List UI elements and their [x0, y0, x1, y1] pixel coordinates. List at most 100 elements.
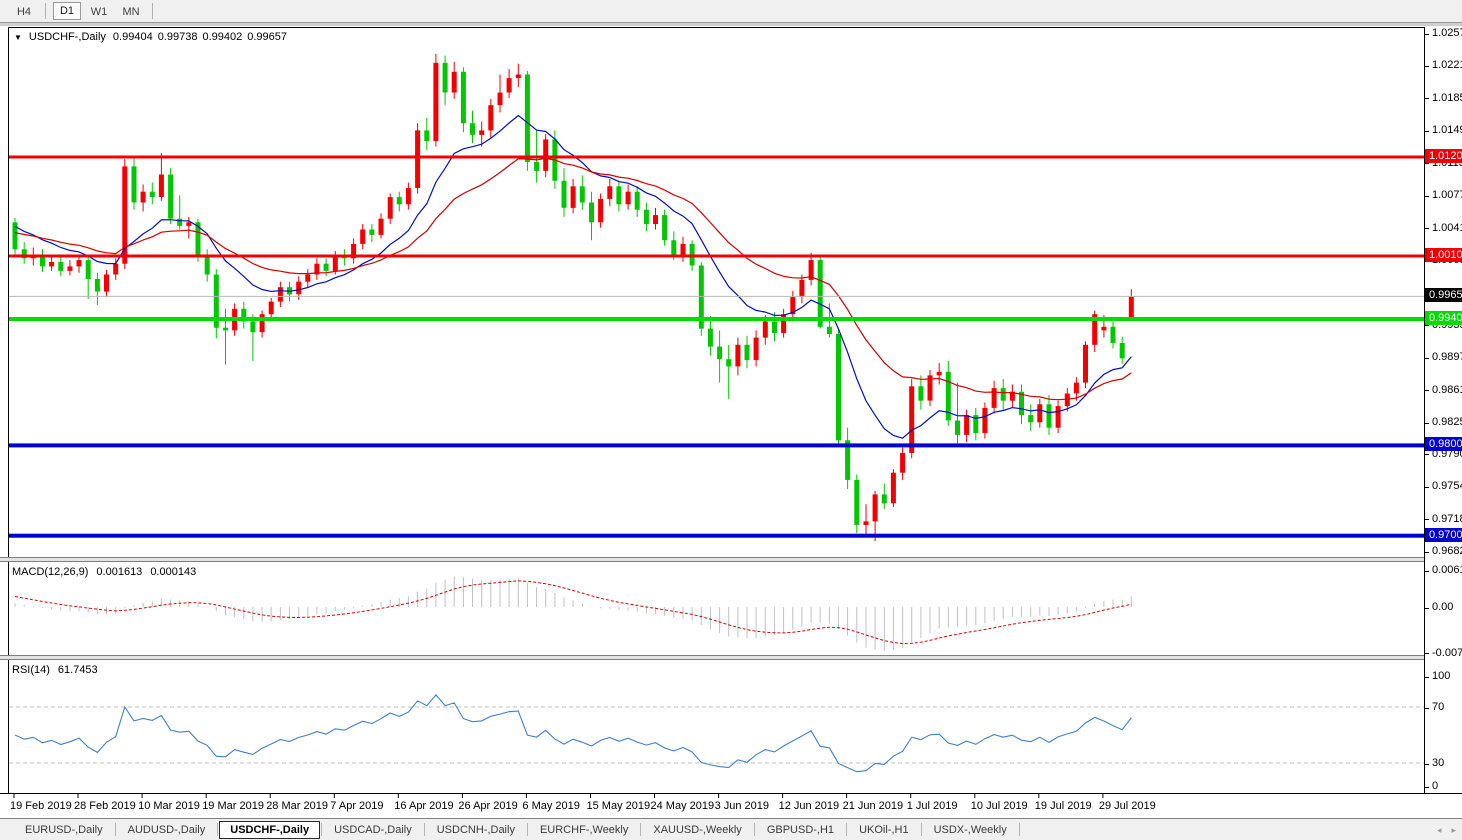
timeframe-button-W1[interactable]: W1 [85, 2, 113, 20]
time-axis[interactable]: 19 Feb 201928 Feb 201910 Mar 201919 Mar … [0, 793, 1462, 818]
hline-price-tag: 0.99406 [1425, 311, 1462, 325]
macd-tick-mark [1425, 653, 1429, 654]
price-tick-mark [1425, 358, 1429, 359]
price-tick-label: 0.98970 [1432, 350, 1462, 364]
price-tick-mark [1425, 423, 1429, 424]
price-tick-mark [1425, 454, 1429, 455]
rsi-indicator-label: RSI(14) [12, 664, 50, 676]
tab-usdx-weekly[interactable]: USDX-,Weekly [923, 821, 1018, 839]
macd-header: MACD(12,26,9) 0.001613 0.000143 [12, 566, 196, 578]
macd-tick-label: 0.00 [1432, 600, 1453, 614]
tab-separator [640, 823, 641, 836]
tab-separator [846, 823, 847, 836]
macd-tick-label: -0.00761 [1432, 646, 1462, 660]
price-tick-mark [1425, 66, 1429, 67]
hline-price-tag: 0.98004 [1425, 437, 1462, 451]
price-tick-mark [1425, 98, 1429, 99]
rsi-tick-label: 100 [1432, 669, 1450, 683]
price-tick-label: 1.02210 [1432, 58, 1462, 72]
rsi-value: 61.7453 [58, 664, 98, 676]
tab-eurusd-daily[interactable]: EURUSD-,Daily [14, 821, 114, 839]
tab-audusd-daily[interactable]: AUDUSD-,Daily [117, 821, 217, 839]
macd-tick-mark [1425, 608, 1429, 609]
price-tick-label: 1.00770 [1432, 188, 1462, 202]
tab-scroll-left-icon[interactable]: ◂ [1437, 825, 1442, 836]
date-tick-label: 10 Jul 2019 [971, 800, 1028, 812]
date-tick-label: 24 May 2019 [651, 800, 715, 812]
macd-tick-mark [1425, 571, 1429, 572]
date-tick-label: 7 Apr 2019 [330, 800, 383, 812]
tab-usdcnh-daily[interactable]: USDCNH-,Daily [426, 821, 526, 839]
date-tick-label: 16 Apr 2019 [394, 800, 453, 812]
rsi-tick-mark [1425, 764, 1429, 765]
date-tick-label: 19 Feb 2019 [10, 800, 72, 812]
rsi-chart-canvas[interactable] [9, 660, 1424, 792]
date-tick-label: 29 Jul 2019 [1099, 800, 1156, 812]
tab-separator [217, 823, 218, 836]
price-tick-mark [1425, 228, 1429, 229]
main-chart-panel[interactable] [8, 27, 1424, 557]
price-tick-mark [1425, 390, 1429, 391]
price-tick-label: 0.97540 [1432, 479, 1462, 493]
tab-gbpusd-h1[interactable]: GBPUSD-,H1 [756, 821, 845, 839]
rsi-tick-label: 0 [1432, 779, 1438, 793]
rsi-tick-label: 30 [1432, 756, 1444, 770]
price-tick-label: 0.96820 [1432, 544, 1462, 558]
price-tick-label: 0.98610 [1432, 383, 1462, 397]
price-tick-mark [1425, 487, 1429, 488]
tab-separator [321, 823, 322, 836]
date-tick-label: 21 Jun 2019 [843, 800, 904, 812]
price-tick-mark [1425, 519, 1429, 520]
hline-price-tag: 1.01205 [1425, 149, 1462, 163]
date-tick-label: 15 May 2019 [587, 800, 651, 812]
tab-eurchf-weekly[interactable]: EURCHF-,Weekly [529, 821, 639, 839]
candlestick-chart-canvas[interactable] [9, 28, 1424, 557]
chart-tabs: EURUSD-,DailyAUDUSD-,DailyUSDCHF-,DailyU… [14, 821, 1021, 839]
tab-separator [424, 823, 425, 836]
tab-usdchf-daily[interactable]: USDCHF-,Daily [219, 821, 320, 839]
date-tick-label: 1 Jul 2019 [907, 800, 958, 812]
timeframe-button-MN[interactable]: MN [117, 2, 145, 20]
price-tick-mark [1425, 325, 1429, 326]
price-tick-mark [1425, 163, 1429, 164]
tab-separator [1019, 823, 1020, 836]
macd-panel[interactable] [8, 562, 1424, 655]
macd-indicator-label: MACD(12,26,9) [12, 566, 88, 578]
rsi-tick-mark [1425, 708, 1429, 709]
symbol-dropdown-icon[interactable]: ▼ [14, 33, 22, 42]
tab-separator [527, 823, 528, 836]
rsi-panel[interactable] [8, 660, 1424, 793]
date-tick-label: 19 Jul 2019 [1035, 800, 1092, 812]
chart-title: ▼ USDCHF-,Daily 0.99404 0.99738 0.99402 … [14, 31, 287, 43]
hline-price-tag: 1.00106 [1425, 248, 1462, 262]
open-value: 0.99404 [113, 31, 153, 43]
tab-scroll-right-icon[interactable]: ▸ [1451, 825, 1456, 836]
price-tick-mark [1425, 34, 1429, 35]
tab-xauusd-weekly[interactable]: XAUUSD-,Weekly [642, 821, 752, 839]
rsi-tick-mark [1425, 787, 1429, 788]
tab-separator [115, 823, 116, 836]
date-tick-label: 19 Mar 2019 [202, 800, 264, 812]
tab-ukoil-h1[interactable]: UKOil-,H1 [848, 821, 920, 839]
chart-symbol-label: USDCHF-,Daily [29, 31, 106, 43]
ohlc-readout: 0.99404 0.99738 0.99402 0.99657 [113, 31, 287, 43]
price-tick-label: 1.01850 [1432, 91, 1462, 105]
current-price-tag: 0.99657 [1425, 288, 1462, 302]
price-tick-label: 1.02570 [1432, 26, 1462, 40]
time-axis-labels: 19 Feb 201928 Feb 201910 Mar 201919 Mar … [8, 794, 1462, 818]
tab-separator [754, 823, 755, 836]
price-tick-mark [1425, 131, 1429, 132]
price-tick-label: 0.98250 [1432, 415, 1462, 429]
price-tick-label: 1.00410 [1432, 221, 1462, 235]
low-value: 0.99402 [202, 31, 242, 43]
timeframe-button-D1[interactable]: D1 [53, 2, 81, 20]
timeframe-button-H4[interactable]: H4 [10, 2, 38, 20]
date-tick-label: 6 May 2019 [522, 800, 579, 812]
price-axis[interactable]: 1.025701.022101.018501.014901.011301.007… [1424, 27, 1462, 793]
macd-chart-canvas[interactable] [9, 562, 1424, 655]
date-tick-label: 28 Feb 2019 [74, 800, 136, 812]
close-value: 0.99657 [247, 31, 287, 43]
rsi-tick-mark [1425, 677, 1429, 678]
tab-usdcad-daily[interactable]: USDCAD-,Daily [323, 821, 423, 839]
timeframe-toolbar: H4 D1W1MN [0, 0, 1462, 22]
